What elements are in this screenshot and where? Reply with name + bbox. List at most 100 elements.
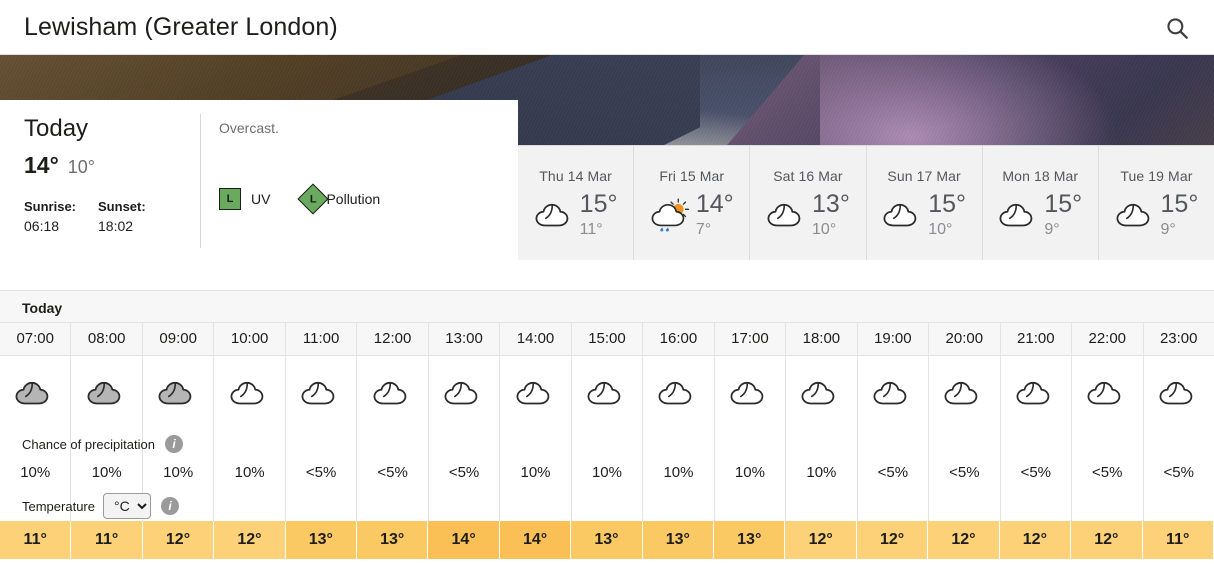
hourly-time-cell[interactable]: 11:00 [286,323,358,355]
day-forecast-card[interactable]: Sun 17 Mar 15° 10° [867,146,983,260]
hourly-icon-row [0,356,1214,429]
cloud-icon [301,381,335,404]
cloud-icon [883,203,917,227]
temperature-label-text: Temperature [22,498,95,514]
temperature-label-cell [929,491,1001,521]
sun-times: Sunrise: 06:18 Sunset: 18:02 [24,199,200,234]
hourly-time-cell[interactable]: 12:00 [357,323,429,355]
hourly-time-cell[interactable]: 14:00 [500,323,572,355]
uv-level-icon: L [219,188,241,210]
temperature-label-cell [214,491,286,521]
hourly-temperature-cell: 13° [571,521,643,559]
hourly-time-cell[interactable]: 08:00 [71,323,143,355]
day-forecast-card[interactable]: Mon 18 Mar 15° 9° [983,146,1099,260]
today-summary-left: Today 14° 10° Sunrise: 06:18 Sunset: 18:… [0,100,200,260]
hourly-precipitation-row: 10% 10% 10% 10% <5% <5% <5% 10% 10% 10% 10% 10% <5% <… [0,459,1214,491]
hourly-time-cell[interactable]: 23:00 [1144,323,1214,355]
day-name: Mon 18 Mar [1002,168,1079,184]
temperature-info-icon[interactable]: i [160,497,179,515]
day-body: 15° 11° [518,192,633,238]
temperature-label-cell [1144,491,1214,521]
weather-summary-text: Overcast. [219,120,279,136]
temperature-label-group: Temperature °C°F i [22,491,179,521]
hourly-time-cell[interactable]: 21:00 [1001,323,1073,355]
hourly-temperature-cell: 12° [214,521,286,559]
cloud-icon [766,198,808,232]
overcast-grey-icon [87,381,121,404]
temperature-label-cell [286,491,358,521]
hourly-precipitation-cell: <5% [357,459,429,491]
search-glyph [1167,18,1188,39]
cloud-icon [286,356,358,429]
hourly-time-cell[interactable]: 19:00 [858,323,930,355]
temperature-label-cell [715,491,787,521]
hourly-time-cell[interactable]: 20:00 [929,323,1001,355]
search-icon[interactable] [1158,9,1196,47]
pollution-label: Pollution [326,191,381,207]
hourly-time-cell[interactable]: 10:00 [214,323,286,355]
precipitation-label-text: Chance of precipitation [22,436,155,452]
precipitation-label-cell [643,429,715,459]
overcast-grey-icon [71,356,143,429]
hourly-time-cell[interactable]: 07:00 [0,323,72,355]
cloud-icon [1072,356,1144,429]
sun-cloud-rain-icon [651,198,689,232]
temperature-label-cell [858,491,930,521]
hourly-time-cell[interactable]: 17:00 [715,323,787,355]
day-forecast-card[interactable]: Thu 14 Mar 15° 11° [518,146,635,260]
cloud-icon [1001,356,1073,429]
cloud-icon [500,356,572,429]
day-forecast-card[interactable]: Tue 19 Mar 15° 9° [1099,146,1214,260]
overcast-grey-icon [143,356,215,429]
hourly-precipitation-cell: <5% [286,459,358,491]
temperature-label-cell [429,491,501,521]
hourly-precipitation-cell: <5% [429,459,501,491]
hourly-time-cell[interactable]: 18:00 [786,323,858,355]
hourly-time-cell[interactable]: 22:00 [1072,323,1144,355]
day-name: Sun 17 Mar [887,168,961,184]
precipitation-label-cell [1144,429,1214,459]
uv-index-badge[interactable]: L UV [219,188,270,210]
cloud-icon [715,356,787,429]
cloud-icon [535,203,568,227]
precipitation-info-icon[interactable]: i [164,435,183,453]
page-title: Lewisham (Greater London) [24,12,338,41]
index-badges: L UV L Pollution [219,183,412,215]
hourly-time-cell[interactable]: 15:00 [572,323,644,355]
day-forecast-card[interactable]: Sat 16 Mar 13° 10° [750,146,867,260]
precipitation-label-cell [286,429,358,459]
hourly-time-cell[interactable]: 09:00 [143,323,215,355]
day-min-temp: 9° [1160,221,1176,238]
hourly-temperature-cell: 12° [999,521,1072,559]
temperature-label-cell [572,491,644,521]
day-body: 13° 10° [750,192,865,238]
today-min-temp: 10° [67,157,96,178]
hourly-day-label: Today [0,291,1214,322]
cloud-icon [999,203,1033,227]
day-temperatures: 13° 10° [812,192,850,238]
day-forecast-card[interactable]: Fri 15 Mar 14° 7° [634,146,751,260]
cloud-icon [858,356,930,429]
day-body: 15° 9° [983,192,1098,238]
cloud-icon [801,381,835,404]
pollution-index-badge[interactable]: L Pollution [297,183,381,215]
hourly-precipitation-cell: 10% [71,459,143,491]
precipitation-label-cell [1001,429,1073,459]
today-summary-right: Overcast. L UV L Pollution [201,100,518,260]
today-max-temp: 14° [24,152,59,179]
temperature-unit-select[interactable]: °C°F [102,493,151,519]
day-name: Sat 16 Mar [773,168,843,184]
day-max-temp: 13° [812,190,850,218]
cloud-icon [357,356,429,429]
day-temperatures: 15° 9° [1044,192,1082,238]
hourly-time-cell[interactable]: 13:00 [429,323,501,355]
sunset-block: Sunset: 18:02 [98,199,146,234]
precipitation-label-cell [786,429,858,459]
precipitation-row-label: Chance of precipitation i [0,429,1214,459]
cloud-icon [658,381,692,404]
overcast-grey-icon [15,381,49,404]
hourly-precipitation-cell: <5% [1163,464,1194,481]
hourly-temperature-cell: 12° [1071,521,1143,559]
hourly-time-cell[interactable]: 16:00 [643,323,715,355]
day-max-temp: 15° [1160,190,1199,218]
